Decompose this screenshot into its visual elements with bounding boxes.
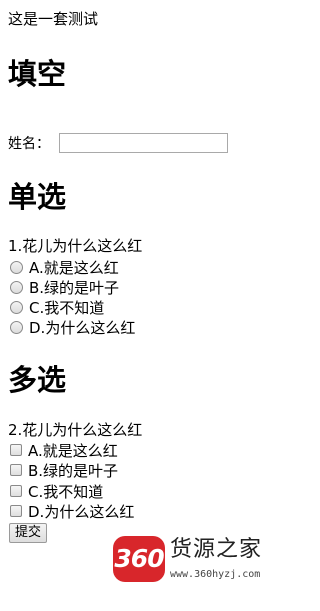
radio-button[interactable] (10, 280, 23, 294)
multi-option-label: C.我不知道 (28, 482, 104, 501)
watermark-badge: 360 (113, 536, 165, 582)
submit-button[interactable]: 提交 (9, 523, 48, 543)
single-option-label: C.我不知道 (29, 298, 105, 317)
single-option-label: A.就是这么红 (29, 258, 119, 277)
radio-button[interactable] (10, 260, 23, 274)
checkbox[interactable] (10, 464, 22, 476)
multi-option-label: A.就是这么红 (28, 441, 118, 460)
multi-option-b[interactable]: B.绿的是叶子 (10, 460, 118, 480)
watermark-url: www.360hyzj.com (170, 569, 261, 580)
name-input[interactable] (59, 133, 228, 153)
single-option-label: D.为什么这么红 (29, 318, 136, 337)
multi-option-label: D.为什么这么红 (28, 502, 135, 521)
intro-text: 这是一套测试 (8, 10, 99, 28)
watermark-badge-text: 360 (114, 544, 164, 573)
single-option-a[interactable]: A.就是这么红 (10, 257, 119, 277)
radio-button[interactable] (10, 300, 23, 314)
watermark-brand: 货源之家 (170, 537, 263, 562)
multi-option-a[interactable]: A.就是这么红 (10, 440, 118, 460)
single-question: 1.花儿为什么这么红 (8, 237, 143, 255)
name-label: 姓名： (8, 136, 50, 152)
multi-option-label: B.绿的是叶子 (28, 461, 119, 480)
single-option-c[interactable]: C.我不知道 (10, 297, 104, 317)
multi-option-c[interactable]: C.我不知道 (10, 481, 103, 501)
checkbox[interactable] (10, 485, 22, 497)
single-section-heading: 单选 (8, 180, 67, 214)
radio-button[interactable] (10, 320, 23, 334)
multi-option-d[interactable]: D.为什么这么红 (10, 501, 134, 521)
checkbox[interactable] (10, 444, 22, 456)
multi-question: 2.花儿为什么这么红 (8, 421, 143, 439)
single-option-d[interactable]: D.为什么这么红 (10, 317, 135, 337)
checkbox[interactable] (10, 505, 22, 517)
watermark-logo: 360 货源之家 www.360hyzj.com (110, 532, 291, 588)
single-option-b[interactable]: B.绿的是叶子 (10, 277, 119, 297)
multi-section-heading: 多选 (8, 363, 67, 397)
single-option-label: B.绿的是叶子 (29, 278, 120, 297)
fill-section-heading: 填空 (8, 57, 67, 91)
name-field-row: 姓名： (8, 133, 228, 155)
